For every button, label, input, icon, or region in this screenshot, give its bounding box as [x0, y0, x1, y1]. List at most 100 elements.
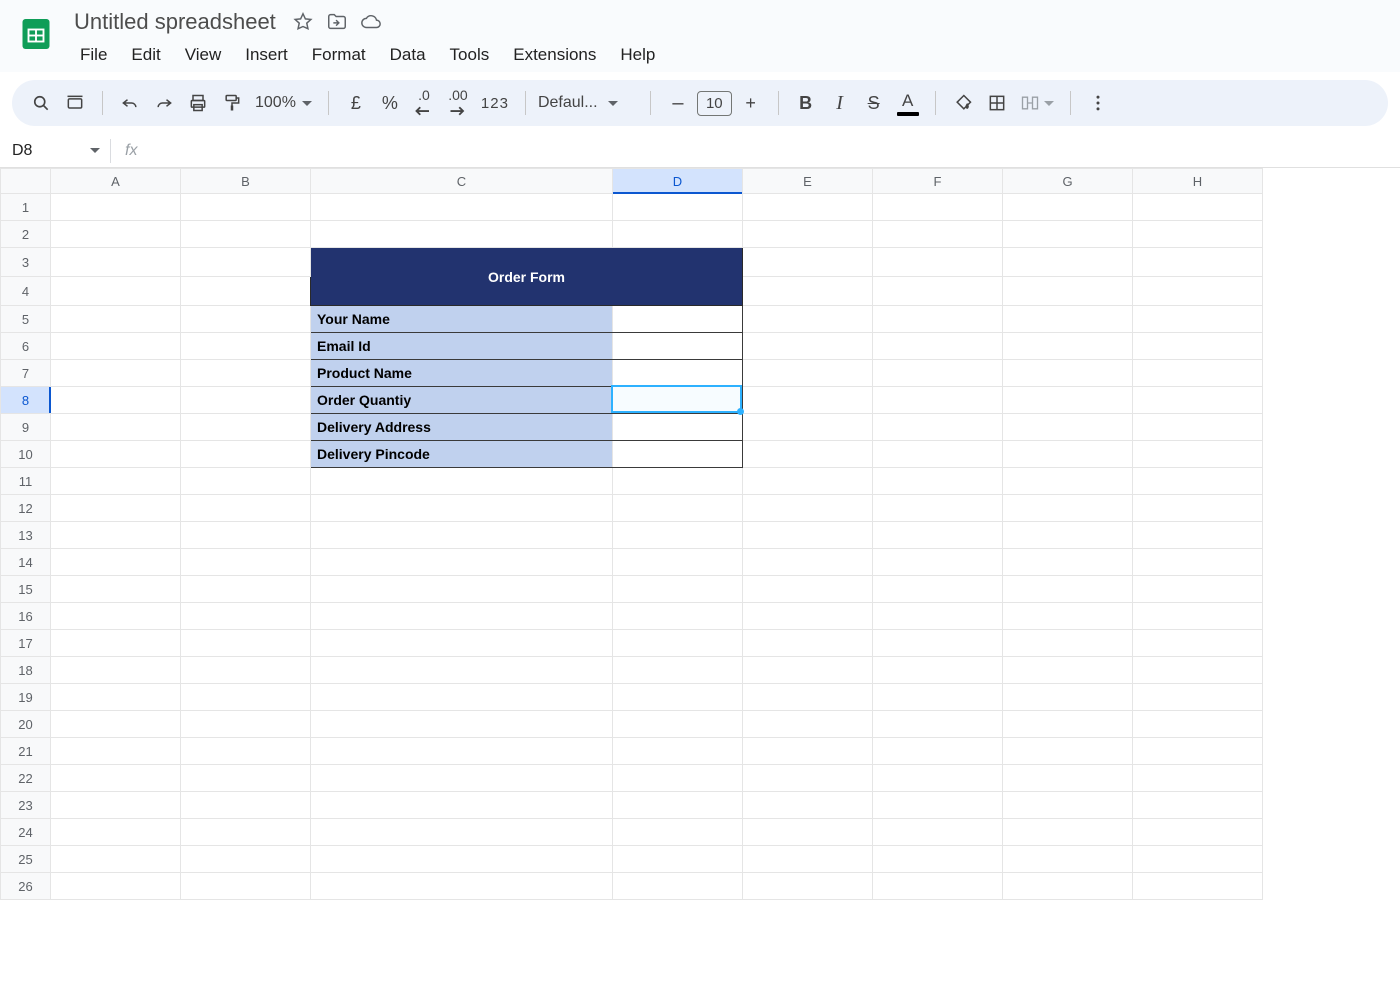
zoom-select[interactable]: 100%	[251, 94, 316, 112]
strikethrough-button[interactable]: S	[859, 87, 889, 119]
column-header-E[interactable]: E	[743, 169, 873, 194]
cell-D21[interactable]	[613, 738, 743, 765]
cell-D20[interactable]	[613, 711, 743, 738]
form-label[interactable]: Delivery Address	[311, 414, 613, 441]
cell-G13[interactable]	[1003, 522, 1133, 549]
cell-F12[interactable]	[873, 495, 1003, 522]
cell-H7[interactable]	[1133, 360, 1263, 387]
cell-C24[interactable]	[311, 819, 613, 846]
cell-A8[interactable]	[51, 387, 181, 414]
cell-G8[interactable]	[1003, 387, 1133, 414]
cell-F2[interactable]	[873, 221, 1003, 248]
cell-E10[interactable]	[743, 441, 873, 468]
cell-G22[interactable]	[1003, 765, 1133, 792]
cell-F22[interactable]	[873, 765, 1003, 792]
cell-C2[interactable]	[311, 221, 613, 248]
cell-D23[interactable]	[613, 792, 743, 819]
row-header-19[interactable]: 19	[1, 684, 51, 711]
row-header-6[interactable]: 6	[1, 333, 51, 360]
column-header-F[interactable]: F	[873, 169, 1003, 194]
cell-A21[interactable]	[51, 738, 181, 765]
cell-G7[interactable]	[1003, 360, 1133, 387]
cell-A6[interactable]	[51, 333, 181, 360]
cell-F8[interactable]	[873, 387, 1003, 414]
document-title[interactable]: Untitled spreadsheet	[70, 7, 280, 37]
menu-format[interactable]: Format	[302, 41, 376, 69]
select-area-icon[interactable]	[60, 87, 90, 119]
decrease-decimal-button[interactable]: .0	[409, 87, 439, 119]
cell-F6[interactable]	[873, 333, 1003, 360]
currency-button[interactable]: £	[341, 87, 371, 119]
star-icon[interactable]	[292, 11, 314, 33]
undo-icon[interactable]	[115, 87, 145, 119]
form-label[interactable]: Product Name	[311, 360, 613, 387]
row-header-17[interactable]: 17	[1, 630, 51, 657]
cell-G1[interactable]	[1003, 194, 1133, 221]
cell-D12[interactable]	[613, 495, 743, 522]
cell-G16[interactable]	[1003, 603, 1133, 630]
column-header-A[interactable]: A	[51, 169, 181, 194]
cell-B7[interactable]	[181, 360, 311, 387]
select-all-corner[interactable]	[1, 169, 51, 194]
cell-D13[interactable]	[613, 522, 743, 549]
row-header-18[interactable]: 18	[1, 657, 51, 684]
cell-E4[interactable]	[743, 277, 873, 306]
row-header-24[interactable]: 24	[1, 819, 51, 846]
cell-H9[interactable]	[1133, 414, 1263, 441]
row-header-25[interactable]: 25	[1, 846, 51, 873]
cell-G21[interactable]	[1003, 738, 1133, 765]
row-header-14[interactable]: 14	[1, 549, 51, 576]
column-header-G[interactable]: G	[1003, 169, 1133, 194]
font-size-increase[interactable]: +	[736, 87, 766, 119]
cell-A16[interactable]	[51, 603, 181, 630]
column-header-C[interactable]: C	[311, 169, 613, 194]
cell-G12[interactable]	[1003, 495, 1133, 522]
cell-F20[interactable]	[873, 711, 1003, 738]
cell-H4[interactable]	[1133, 277, 1263, 306]
cell-E22[interactable]	[743, 765, 873, 792]
cell-B8[interactable]	[181, 387, 311, 414]
cell-A23[interactable]	[51, 792, 181, 819]
cell-A12[interactable]	[51, 495, 181, 522]
cell-F17[interactable]	[873, 630, 1003, 657]
cell-B25[interactable]	[181, 846, 311, 873]
cell-G14[interactable]	[1003, 549, 1133, 576]
cell-B16[interactable]	[181, 603, 311, 630]
cell-G11[interactable]	[1003, 468, 1133, 495]
cell-E20[interactable]	[743, 711, 873, 738]
cell-B10[interactable]	[181, 441, 311, 468]
cell-E24[interactable]	[743, 819, 873, 846]
form-label[interactable]: Email Id	[311, 333, 613, 360]
font-size-input[interactable]: 10	[697, 91, 732, 116]
cell-D2[interactable]	[613, 221, 743, 248]
cell-B20[interactable]	[181, 711, 311, 738]
cell-B5[interactable]	[181, 306, 311, 333]
cell-F13[interactable]	[873, 522, 1003, 549]
fill-color-button[interactable]	[948, 87, 978, 119]
cell-A26[interactable]	[51, 873, 181, 900]
cell-F16[interactable]	[873, 603, 1003, 630]
cell-B22[interactable]	[181, 765, 311, 792]
cell-B4[interactable]	[181, 277, 311, 306]
cell-B24[interactable]	[181, 819, 311, 846]
move-folder-icon[interactable]	[326, 11, 348, 33]
cell-B11[interactable]	[181, 468, 311, 495]
row-header-15[interactable]: 15	[1, 576, 51, 603]
cell-G23[interactable]	[1003, 792, 1133, 819]
text-color-button[interactable]: A	[893, 87, 923, 119]
cell-C1[interactable]	[311, 194, 613, 221]
percent-button[interactable]: %	[375, 87, 405, 119]
cell-H14[interactable]	[1133, 549, 1263, 576]
cell-D22[interactable]	[613, 765, 743, 792]
cell-F5[interactable]	[873, 306, 1003, 333]
row-header-23[interactable]: 23	[1, 792, 51, 819]
form-value[interactable]	[613, 414, 743, 441]
cell-B12[interactable]	[181, 495, 311, 522]
cell-F1[interactable]	[873, 194, 1003, 221]
menu-insert[interactable]: Insert	[235, 41, 298, 69]
merge-cells-button[interactable]	[1016, 87, 1058, 119]
cell-B19[interactable]	[181, 684, 311, 711]
cell-B17[interactable]	[181, 630, 311, 657]
print-icon[interactable]	[183, 87, 213, 119]
cell-D18[interactable]	[613, 657, 743, 684]
